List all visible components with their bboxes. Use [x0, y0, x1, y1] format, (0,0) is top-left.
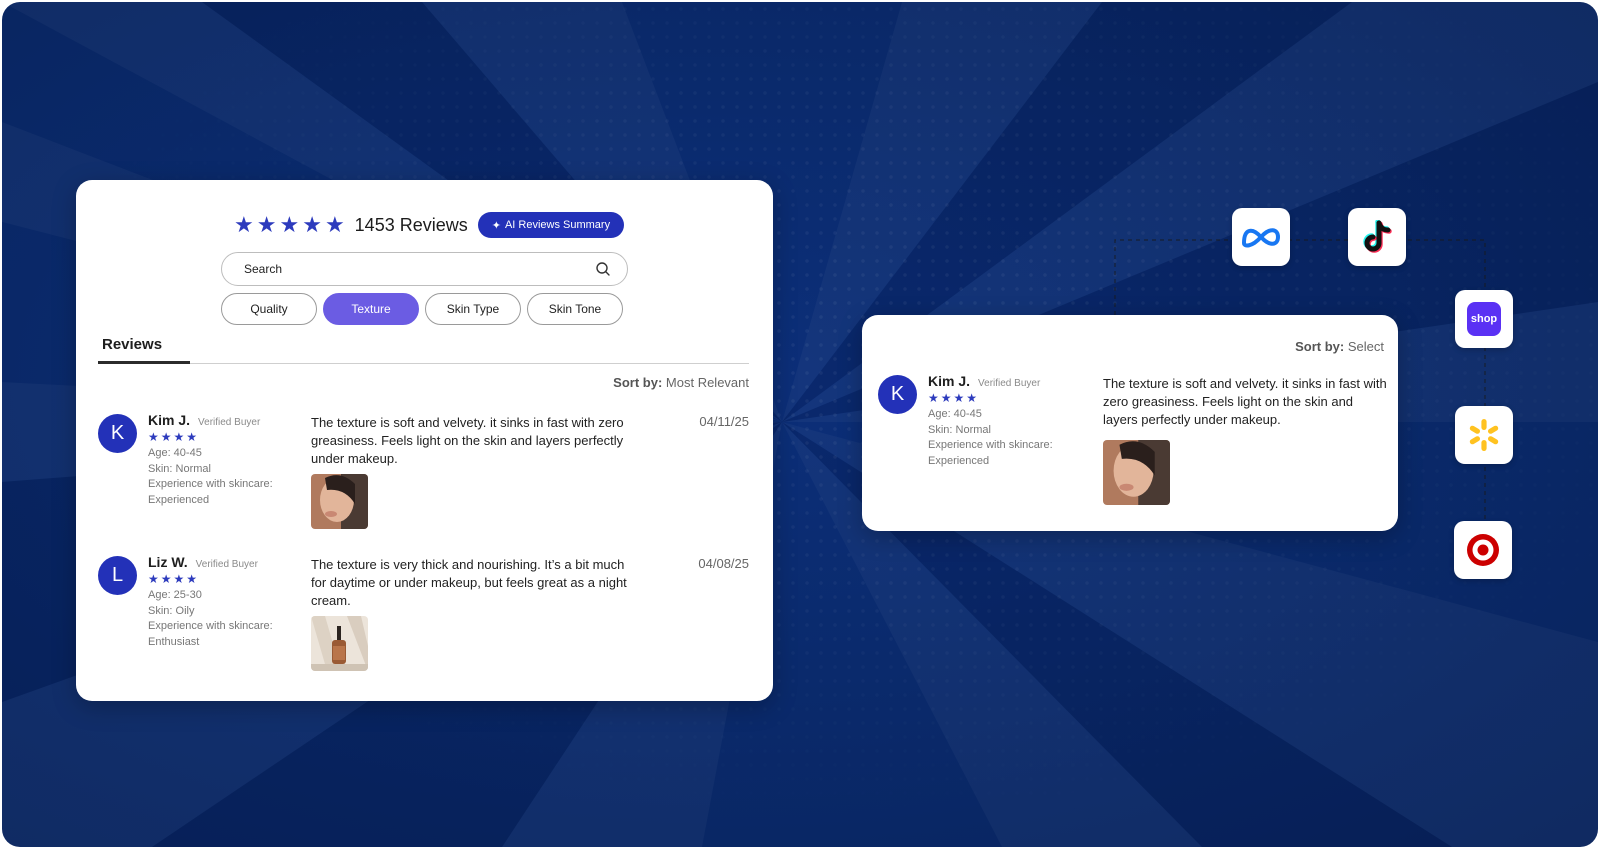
star-icon: ★ [173, 572, 185, 586]
review-photo-thumbnail[interactable] [311, 616, 368, 671]
side-sort-by-label: Sort by: [1295, 339, 1345, 354]
filter-chip-skin-type[interactable]: Skin Type [425, 293, 521, 325]
review-item: K Kim J. Verified Buyer ★ ★ ★ ★ Age: 40-45 … [98, 412, 749, 529]
review-item: K Kim J. Verified Buyer ★ ★ ★ ★ Age: 40-45 … [878, 373, 1387, 515]
ai-reviews-summary-button[interactable]: ✦ AI Reviews Summary [477, 212, 625, 238]
sort-by-label: Sort by: [613, 375, 663, 390]
star-icon: ★ [148, 572, 159, 586]
verified-buyer-badge: Verified Buyer [195, 559, 258, 570]
review-stars: ★ ★ ★ ★ [148, 573, 298, 586]
verified-buyer-badge: Verified Buyer [978, 378, 1041, 389]
sort-by-control[interactable]: Sort by: Most Relevant [613, 375, 749, 390]
reviewer-skin: Skin: Normal [928, 423, 991, 436]
star-icon: ★ [186, 430, 198, 444]
verified-buyer-badge: Verified Buyer [198, 417, 261, 428]
star-icon: ★ [966, 391, 978, 405]
shop-logo-text: shop [1467, 302, 1501, 336]
star-icon: ★ [234, 212, 254, 237]
reviewer-name: Liz W. [148, 554, 188, 570]
review-text: The texture is soft and velvety. it sink… [1103, 376, 1387, 427]
filter-chip-quality[interactable]: Quality [221, 293, 317, 325]
review-photo-thumbnail[interactable] [1103, 440, 1170, 505]
review-stars: ★ ★ ★ ★ [928, 392, 1078, 405]
reviewer-experience: Experience with skincare: Enthusiast [148, 620, 273, 648]
star-icon: ★ [186, 572, 198, 586]
tab-reviews[interactable]: Reviews [102, 336, 162, 353]
reviewer-age: Age: 40-45 [928, 408, 982, 420]
tab-divider [98, 363, 749, 364]
reviewer-name: Kim J. [928, 373, 971, 389]
reviewer-experience: Experience with skincare: Experienced [148, 478, 273, 506]
review-text: The texture is very thick and nourishing… [311, 557, 627, 608]
review-date: 04/08/25 [698, 556, 749, 571]
tiktok-logo-icon[interactable] [1348, 208, 1406, 266]
tab-active-indicator [98, 361, 190, 364]
search-icon[interactable] [595, 261, 611, 277]
reviews-count: 1453 Reviews [354, 214, 468, 235]
reviewer-skin: Skin: Normal [148, 462, 211, 475]
review-text: The texture is soft and velvety. it sink… [311, 415, 624, 466]
filter-chip-texture[interactable]: Texture [323, 293, 419, 325]
review-photo-thumbnail[interactable] [311, 474, 368, 529]
star-icon: ★ [928, 391, 939, 405]
star-icon: ★ [256, 212, 277, 237]
star-icon: ★ [940, 391, 952, 405]
rating-header: ★ ★ ★ ★ ★ 1453 Reviews ✦ AI Reviews Summary [234, 210, 625, 240]
sparkle-icon: ✦ [491, 219, 501, 232]
reviewer-name: Kim J. [148, 412, 191, 428]
reviewer-meta: Kim J. Verified Buyer ★ ★ ★ ★ Age: 40-45 Sk… [148, 412, 298, 508]
side-sort-by-value: Select [1347, 339, 1384, 354]
avatar: K [878, 375, 917, 414]
side-sort-by-control[interactable]: Sort by: Select [1295, 339, 1384, 354]
shop-logo-icon[interactable]: shop [1455, 290, 1513, 348]
reviewer-skin: Skin: Oily [148, 604, 195, 617]
review-date: 04/11/25 [699, 414, 749, 429]
walmart-logo-icon[interactable] [1455, 406, 1513, 464]
star-icon: ★ [279, 212, 300, 237]
target-logo-icon[interactable] [1454, 521, 1512, 579]
reviewer-meta: Liz W. Verified Buyer ★ ★ ★ ★ Age: 25-30 Sk… [148, 554, 298, 650]
filter-chips: Quality Texture Skin Type Skin Tone [221, 293, 623, 325]
overall-rating-stars: ★ ★ ★ ★ ★ [234, 214, 345, 236]
sort-by-value: Most Relevant [665, 375, 749, 390]
reviewer-experience: Experience with skincare: Experienced [928, 439, 1053, 467]
star-icon: ★ [160, 430, 172, 444]
avatar: K [98, 414, 137, 453]
reviewer-meta: Kim J. Verified Buyer ★ ★ ★ ★ Age: 40-45 Sk… [928, 373, 1078, 469]
review-item: L Liz W. Verified Buyer ★ ★ ★ ★ Age: 25-30 … [98, 554, 749, 671]
ai-reviews-summary-label: AI Reviews Summary [504, 219, 611, 231]
syndicated-review-card: Sort by: Select K Kim J. Verified Buyer … [862, 315, 1398, 531]
meta-logo-icon[interactable] [1232, 208, 1290, 266]
star-icon: ★ [302, 212, 322, 237]
star-icon: ★ [953, 391, 965, 405]
search-bar [221, 252, 628, 286]
star-icon: ★ [148, 430, 159, 444]
star-icon: ★ [173, 430, 185, 444]
reviewer-age: Age: 25-30 [148, 589, 202, 601]
filter-chip-skin-tone[interactable]: Skin Tone [527, 293, 623, 325]
star-icon: ★ [160, 572, 172, 586]
review-stars: ★ ★ ★ ★ [148, 431, 298, 444]
reviewer-age: Age: 40-45 [148, 447, 202, 459]
reviews-widget: ★ ★ ★ ★ ★ 1453 Reviews ✦ AI Reviews Summary … [76, 180, 773, 701]
avatar: L [98, 556, 137, 595]
search-input[interactable] [242, 261, 595, 277]
star-icon: ★ [324, 212, 345, 237]
